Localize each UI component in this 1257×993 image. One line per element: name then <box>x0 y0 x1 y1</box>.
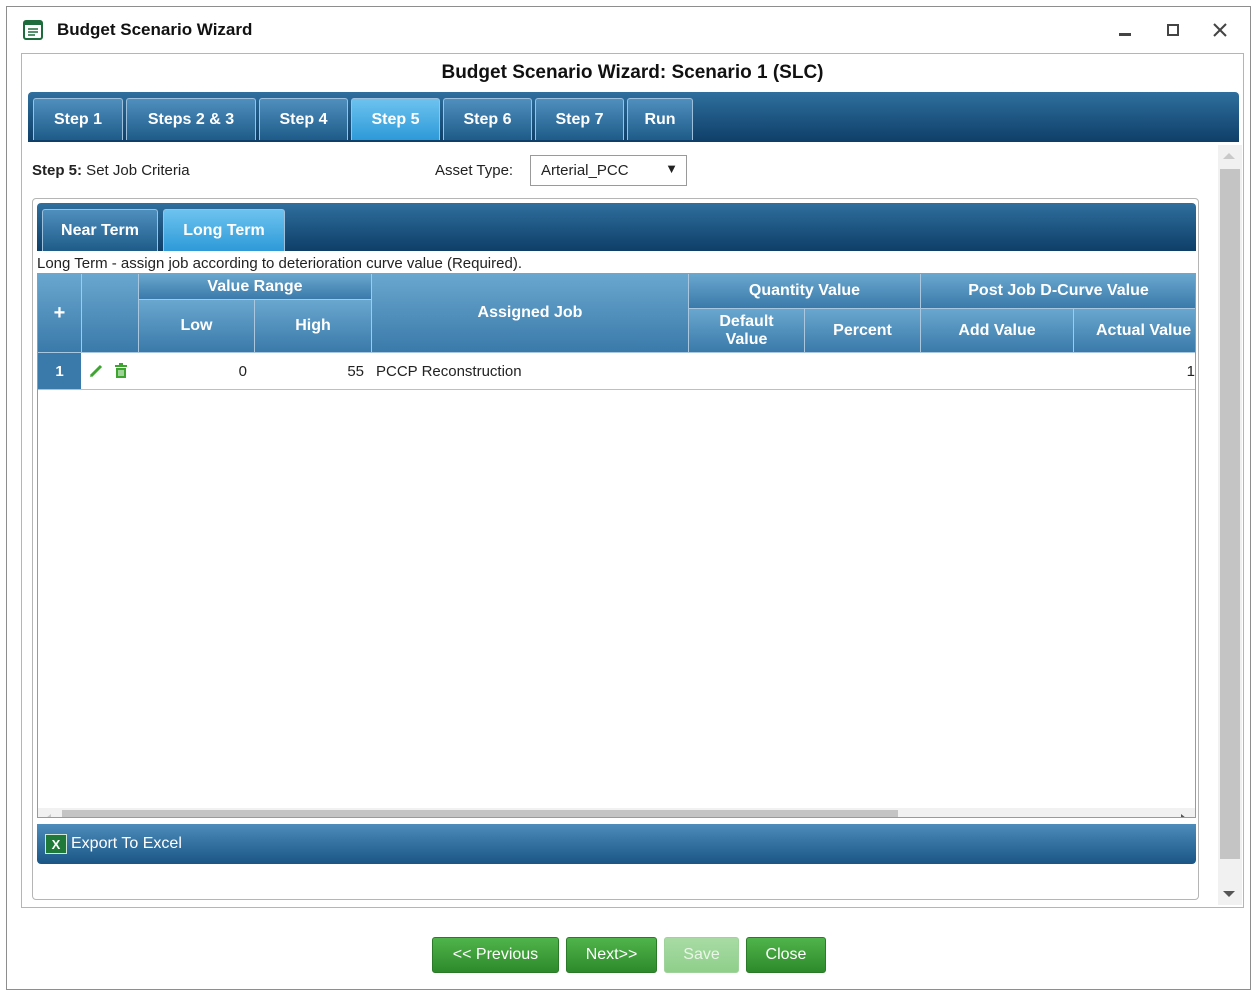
horizontal-scroll-thumb[interactable] <box>62 810 898 817</box>
cell-high: 55 <box>347 363 364 380</box>
tab-step-5[interactable]: Step 5 <box>351 98 440 140</box>
tab-steps-2-3[interactable]: Steps 2 & 3 <box>126 98 256 140</box>
add-value-header[interactable]: Add Value <box>921 309 1074 353</box>
actions-header <box>82 274 139 353</box>
dropdown-arrow-icon: ▼ <box>665 161 678 176</box>
export-label: Export To Excel <box>71 835 182 852</box>
close-button[interactable]: Close <box>746 937 826 973</box>
step-description: Step 5: Set Job Criteria <box>32 162 190 179</box>
export-to-excel-button[interactable]: X Export To Excel <box>45 832 182 856</box>
wizard-window: Budget Scenario Wizard Budget Scenario W… <box>6 6 1251 990</box>
actual-value-header[interactable]: Actual Value <box>1074 309 1195 353</box>
high-header[interactable]: High <box>255 300 372 353</box>
vertical-scroll-thumb[interactable] <box>1220 169 1240 859</box>
step-title: Set Job Criteria <box>82 162 190 179</box>
scroll-down-icon[interactable] <box>1223 891 1235 897</box>
window-title: Budget Scenario Wizard <box>57 20 253 39</box>
post-job-header: Post Job D-Curve Value <box>921 274 1195 309</box>
close-icon[interactable] <box>1211 21 1229 39</box>
delete-icon[interactable] <box>114 363 128 379</box>
asset-type-value: Arterial_PCC <box>541 162 629 179</box>
vertical-scrollbar[interactable] <box>1218 145 1242 905</box>
cell-assigned-job: PCCP Reconstruction <box>376 363 522 380</box>
cell-actual-value: 1 <box>1186 363 1195 380</box>
default-value-header[interactable]: Default Value <box>689 309 805 353</box>
tab-step-4[interactable]: Step 4 <box>259 98 348 140</box>
scroll-up-icon[interactable] <box>1223 153 1235 159</box>
row-number: 1 <box>38 353 81 389</box>
asset-type-label: Asset Type: <box>435 162 514 179</box>
tab-run[interactable]: Run <box>627 98 693 140</box>
tab-step-7[interactable]: Step 7 <box>535 98 624 140</box>
percent-header[interactable]: Percent <box>805 309 921 353</box>
scroll-right-icon[interactable] <box>1178 813 1188 818</box>
horizontal-scrollbar[interactable] <box>38 808 1195 818</box>
step-tab-bar: Step 1 Steps 2 & 3 Step 4 Step 5 Step 6 … <box>28 92 1239 142</box>
previous-button[interactable]: << Previous <box>432 937 559 973</box>
asset-type-select[interactable]: Arterial_PCC ▼ <box>530 155 687 186</box>
document-icon <box>23 20 43 40</box>
next-button[interactable]: Next>> <box>566 937 657 973</box>
cell-low: 0 <box>238 363 247 380</box>
add-row-button[interactable]: + <box>38 274 82 353</box>
save-button[interactable]: Save <box>664 937 739 973</box>
row-divider <box>38 389 1195 390</box>
value-range-header: Value Range <box>139 274 372 300</box>
tab-near-term[interactable]: Near Term <box>42 209 158 251</box>
title-bar: Budget Scenario Wizard <box>7 7 1250 53</box>
criteria-panel: Near Term Long Term Long Term - assign j… <box>32 198 1199 900</box>
low-header[interactable]: Low <box>139 300 255 353</box>
tab-long-term[interactable]: Long Term <box>163 209 285 251</box>
tab-step-6[interactable]: Step 6 <box>443 98 532 140</box>
wizard-heading: Budget Scenario Wizard: Scenario 1 (SLC) <box>441 62 824 83</box>
excel-icon: X <box>45 834 67 854</box>
tab-step-1[interactable]: Step 1 <box>33 98 123 140</box>
assigned-job-header[interactable]: Assigned Job <box>372 274 689 353</box>
maximize-icon[interactable] <box>1164 21 1182 39</box>
wizard-body: Budget Scenario Wizard: Scenario 1 (SLC)… <box>21 53 1244 908</box>
term-description: Long Term - assign job according to dete… <box>37 255 522 272</box>
scroll-left-icon[interactable] <box>44 813 54 818</box>
job-criteria-grid: + Value Range Low High Assigned Job Quan… <box>37 273 1196 818</box>
minimize-icon[interactable] <box>1116 21 1134 39</box>
term-tab-bar: Near Term Long Term <box>37 203 1196 251</box>
grid-footer-bar: X Export To Excel <box>37 824 1196 864</box>
quantity-value-header: Quantity Value <box>689 274 921 309</box>
step-number-label: Step 5: <box>32 162 83 179</box>
edit-icon[interactable] <box>89 364 103 378</box>
